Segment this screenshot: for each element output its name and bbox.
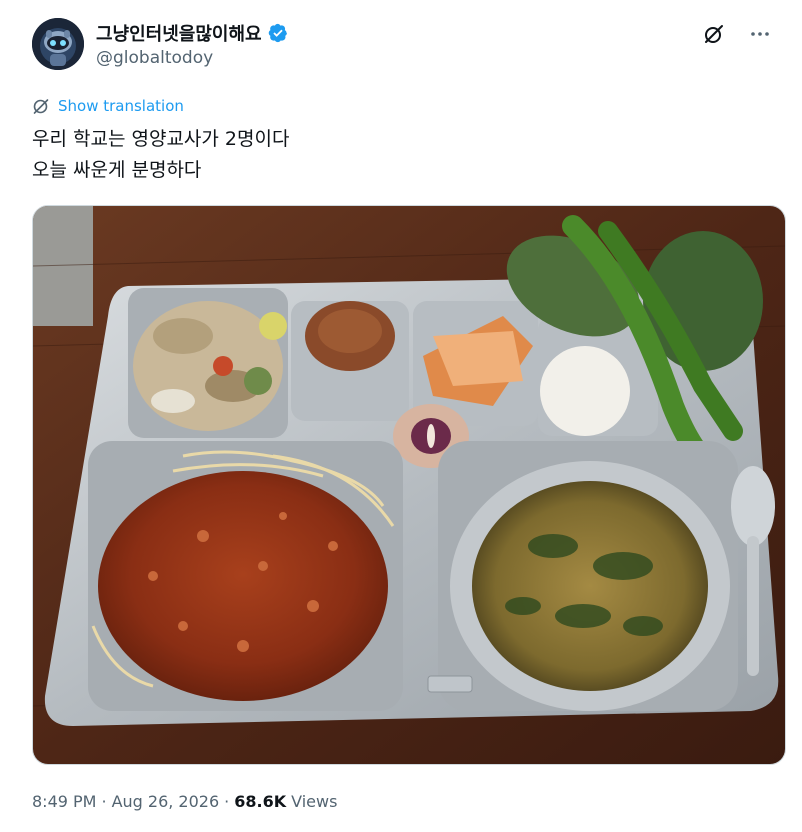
translation-row: Show translation — [32, 97, 184, 115]
meta-separator: · — [224, 792, 230, 811]
author-display-name[interactable]: 그냥인터넷을많이해요 — [96, 20, 262, 46]
tweet-text-line: 오늘 싸운게 분명하다 — [32, 159, 202, 181]
tweet-meta: 8:49 PM · Aug 26, 2026 · 68.6K Views — [32, 792, 337, 811]
author-name-row: 그냥인터넷을많이해요 — [96, 20, 288, 46]
show-translation-link[interactable]: Show translation — [58, 97, 184, 115]
tweet-text-line: 우리 학교는 영양교사가 2명이다 — [32, 128, 290, 150]
views-count[interactable]: 68.6K — [234, 792, 286, 811]
tweet-text: 우리 학교는 영양교사가 2명이다 오늘 싸운게 분명하다 — [32, 124, 772, 186]
author-avatar[interactable] — [32, 18, 84, 70]
tweet-time[interactable]: 8:49 PM — [32, 792, 96, 811]
views-label: Views — [291, 792, 338, 811]
globe-slash-icon — [33, 99, 49, 114]
verified-badge-icon — [268, 23, 287, 43]
author-handle[interactable]: @globaltodoy — [96, 48, 213, 68]
grok-icon[interactable] — [702, 22, 726, 46]
more-options-icon[interactable] — [748, 22, 772, 46]
tweet-actions — [702, 22, 772, 46]
tweet-header: 그냥인터넷을많이해요 @globaltodoy — [32, 18, 772, 74]
tweet-date[interactable]: Aug 26, 2026 — [112, 792, 220, 811]
tweet-media-photo[interactable] — [32, 205, 786, 765]
robot-avatar-icon — [32, 18, 84, 70]
lunch-tray-photo — [33, 206, 785, 764]
meta-separator: · — [101, 792, 107, 811]
